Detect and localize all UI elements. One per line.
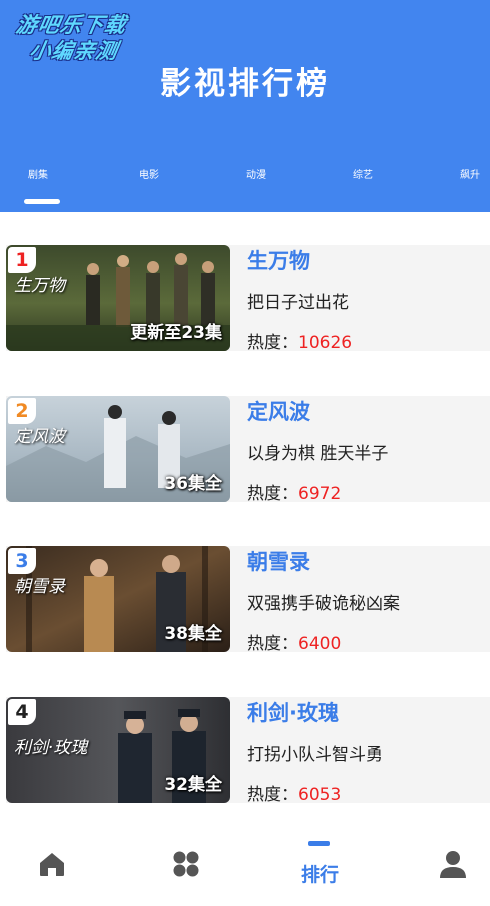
nav-ranking-label: 排行	[300, 864, 339, 886]
home-icon	[40, 853, 64, 876]
tab-variety[interactable]: 综艺	[353, 166, 373, 181]
list-item[interactable]: 1 生万物 更新至23集 生万物 把日子过出花 热度：10626	[6, 245, 490, 353]
episode-count: 38集全	[164, 624, 222, 644]
show-tagline: 以身为棋 胜天半子	[247, 444, 389, 464]
category-icon	[173, 851, 199, 877]
watermark: 游吧乐下载 小编亲测	[9, 12, 128, 64]
rank-badge: 2	[8, 398, 36, 424]
heat-value: 10626	[298, 333, 353, 353]
list-item[interactable]: 4 利剑·玫瑰 32集全 利剑·玫瑰 打拐小队斗智斗勇 热度：6053	[6, 697, 490, 805]
nav-profile[interactable]	[368, 830, 490, 906]
show-title[interactable]: 生万物	[247, 245, 310, 275]
show-tagline: 双强携手破诡秘凶案	[247, 594, 400, 614]
tab-rising[interactable]: 飙升	[460, 166, 480, 181]
profile-icon	[440, 851, 466, 878]
show-title[interactable]: 利剑·玫瑰	[247, 697, 339, 727]
tab-movies[interactable]: 电影	[139, 166, 159, 181]
category-tabs: 剧集 电影 动漫 综艺 飙升	[0, 166, 490, 186]
show-title[interactable]: 朝雪录	[247, 546, 310, 576]
heat-value: 6972	[298, 484, 342, 504]
poster-title: 生万物	[14, 276, 65, 296]
poster-image[interactable]: 4 利剑·玫瑰 32集全	[6, 697, 230, 803]
show-tagline: 把日子过出花	[247, 293, 349, 313]
episode-count: 32集全	[164, 775, 222, 795]
episode-count: 36集全	[164, 474, 222, 494]
rank-badge: 3	[8, 548, 36, 574]
watermark-line1: 游吧乐下载	[14, 13, 129, 37]
show-title[interactable]: 定风波	[247, 396, 310, 426]
page-title: 影视排行榜	[160, 66, 330, 102]
poster-image[interactable]: 3 朝雪录 38集全	[6, 546, 230, 652]
poster-title: 朝雪录	[14, 577, 65, 597]
header: 游吧乐下载 小编亲测 影视排行榜 剧集 电影 动漫 综艺 飙升	[0, 0, 490, 212]
heat-value: 6053	[298, 785, 342, 805]
heat-value: 6400	[298, 634, 342, 654]
heat-score: 热度：6972	[247, 484, 342, 504]
active-tab-indicator	[24, 199, 60, 204]
poster-title: 利剑·玫瑰	[14, 738, 88, 758]
ranking-icon	[308, 841, 330, 846]
bottom-nav: 排行	[0, 830, 490, 906]
poster-title: 定风波	[14, 427, 65, 447]
show-tagline: 打拐小队斗智斗勇	[247, 745, 383, 765]
poster-image[interactable]: 2 定风波 36集全	[6, 396, 230, 502]
list-item[interactable]: 2 定风波 36集全 定风波 以身为棋 胜天半子 热度：6972	[6, 396, 490, 504]
nav-category[interactable]	[122, 830, 244, 906]
nav-home[interactable]	[0, 830, 122, 906]
heat-score: 热度：10626	[247, 333, 353, 353]
tab-tv-series[interactable]: 剧集	[28, 166, 48, 181]
rank-badge: 1	[8, 247, 36, 273]
list-item[interactable]: 3 朝雪录 38集全 朝雪录 双强携手破诡秘凶案 热度：6400	[6, 546, 490, 654]
heat-score: 热度：6400	[247, 634, 342, 654]
episode-count: 更新至23集	[130, 323, 222, 343]
rank-badge: 4	[8, 699, 36, 725]
poster-image[interactable]: 1 生万物 更新至23集	[6, 245, 230, 351]
nav-ranking[interactable]: 排行	[259, 830, 381, 906]
heat-score: 热度：6053	[247, 785, 342, 805]
tab-anime[interactable]: 动漫	[246, 166, 266, 181]
